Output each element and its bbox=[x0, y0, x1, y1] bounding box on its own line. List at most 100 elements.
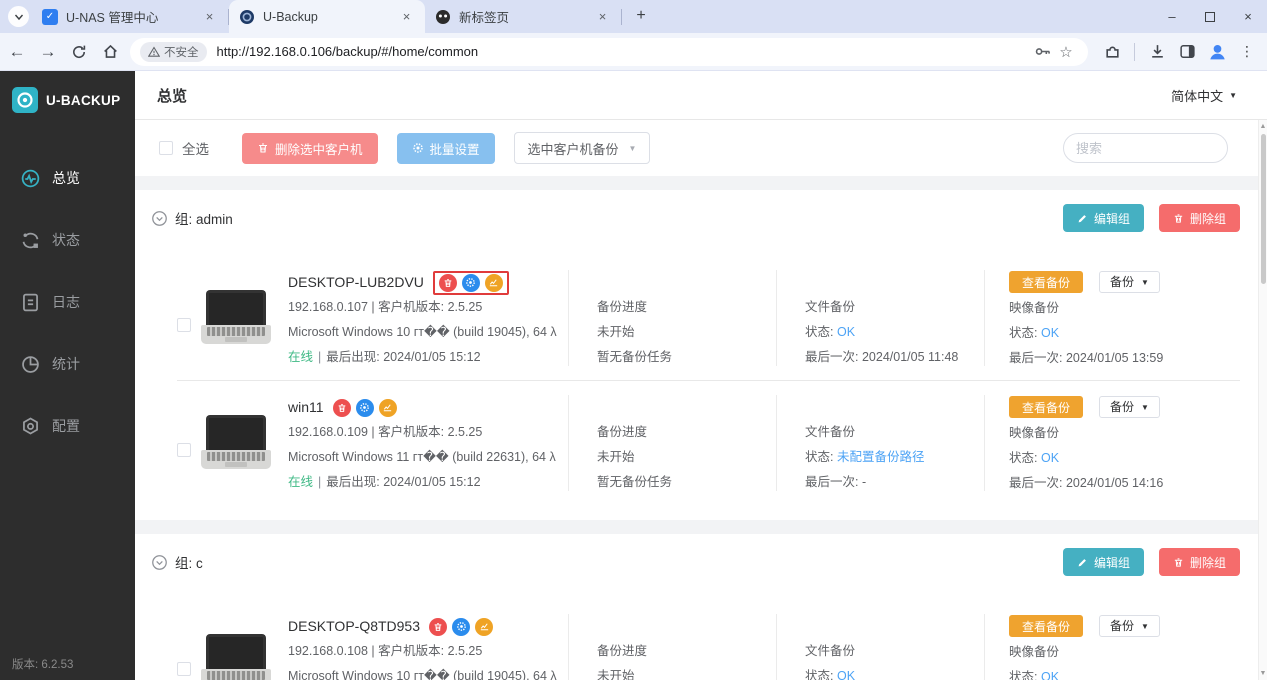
edit-group-button[interactable]: 编辑组 bbox=[1063, 204, 1144, 232]
tab-close-icon[interactable]: × bbox=[201, 8, 218, 25]
app-version: 版本: 6.2.53 bbox=[12, 656, 73, 672]
browser-menu-icon[interactable]: ⋮ bbox=[1235, 40, 1259, 64]
group-collapse-icon[interactable] bbox=[151, 554, 168, 571]
screen: ✓ U-NAS 管理中心 × U-Backup × 新标签页 × + bbox=[0, 0, 1267, 680]
warning-icon bbox=[148, 46, 160, 58]
tab-search-button[interactable] bbox=[8, 6, 29, 27]
gear-icon bbox=[412, 142, 424, 154]
password-key-icon[interactable] bbox=[1030, 40, 1054, 64]
sidebar-item-overview[interactable]: 总览 bbox=[0, 147, 135, 209]
chevron-down-icon: ▼ bbox=[1229, 91, 1237, 100]
tab-unas[interactable]: ✓ U-NAS 管理中心 × bbox=[32, 0, 228, 33]
window-minimize-button[interactable]: – bbox=[1153, 0, 1191, 33]
file-backup-last: 2024/01/05 11:48 bbox=[862, 350, 958, 364]
delete-client-icon[interactable] bbox=[333, 399, 351, 417]
scroll-down-icon[interactable]: ▼ bbox=[1259, 670, 1267, 677]
side-panel-icon[interactable] bbox=[1175, 40, 1199, 64]
app-logo: U-BACKUP bbox=[0, 71, 135, 113]
image-backup-last: 2024/01/05 14:16 bbox=[1066, 476, 1163, 490]
app-sidebar: U-BACKUP 总览 状态 日志 统计 配置 版本 bbox=[0, 71, 135, 680]
sidebar-item-label: 状态 bbox=[52, 230, 80, 250]
group-name: 组: c bbox=[175, 552, 203, 572]
client-checkbox[interactable] bbox=[177, 662, 191, 676]
search-input[interactable] bbox=[1063, 133, 1228, 163]
backup-dropdown[interactable]: 备份▼ bbox=[1099, 396, 1160, 418]
profile-avatar[interactable] bbox=[1205, 40, 1229, 64]
sidebar-item-statistics[interactable]: 统计 bbox=[0, 333, 135, 395]
client-info: win11 192.168.0.109 | 客户机版本: 2.5.25 Micr… bbox=[288, 395, 568, 495]
view-backup-button[interactable]: 查看备份 bbox=[1009, 396, 1083, 418]
forward-button[interactable]: → bbox=[34, 38, 62, 66]
ubackup-favicon-icon bbox=[239, 9, 255, 25]
language-selector[interactable]: 简体中文 ▼ bbox=[1171, 86, 1237, 105]
window-maximize-button[interactable] bbox=[1191, 0, 1229, 33]
new-tab-button[interactable]: + bbox=[628, 3, 654, 29]
sidebar-item-config[interactable]: 配置 bbox=[0, 395, 135, 457]
trash-icon bbox=[1173, 213, 1184, 224]
backup-dropdown[interactable]: 备份▼ bbox=[1099, 615, 1160, 637]
client-checkbox[interactable] bbox=[177, 443, 191, 457]
tab-title: 新标签页 bbox=[459, 7, 594, 26]
edit-group-button[interactable]: 编辑组 bbox=[1063, 548, 1144, 576]
sidebar-item-label: 日志 bbox=[52, 292, 80, 312]
column-title: 映像备份 bbox=[1009, 640, 1240, 665]
window-close-button[interactable]: × bbox=[1229, 0, 1267, 33]
client-stats-icon[interactable] bbox=[475, 618, 493, 636]
bookmark-star-icon[interactable]: ☆ bbox=[1054, 40, 1078, 64]
selected-backup-dropdown[interactable]: 选中客户机备份 ▼ bbox=[514, 132, 651, 164]
backup-progress-column: 备份进度 未开始 暂无备份任务 bbox=[568, 270, 776, 366]
delete-group-button[interactable]: 删除组 bbox=[1159, 204, 1240, 232]
last-seen: 最后出现: 2024/01/05 15:12 bbox=[326, 350, 480, 364]
group-header: 组: admin 编辑组 删除组 bbox=[151, 204, 1240, 232]
toolbar-divider bbox=[1134, 43, 1135, 61]
view-backup-button[interactable]: 查看备份 bbox=[1009, 615, 1083, 637]
client-name: DESKTOP-Q8TD953 bbox=[288, 614, 420, 639]
tab-close-icon[interactable]: × bbox=[594, 8, 611, 25]
image-backup-status: OK bbox=[1041, 451, 1059, 465]
browser-tabstrip: ✓ U-NAS 管理中心 × U-Backup × 新标签页 × + bbox=[0, 0, 1267, 33]
content-scrollbar[interactable]: ▲ ▼ bbox=[1258, 120, 1267, 680]
home-button[interactable] bbox=[96, 38, 124, 66]
trash-icon bbox=[1173, 557, 1184, 568]
sidebar-item-logs[interactable]: 日志 bbox=[0, 271, 135, 333]
batch-settings-button[interactable]: 批量设置 bbox=[397, 133, 495, 164]
tab-separator bbox=[621, 9, 622, 25]
column-title: 文件备份 bbox=[805, 420, 984, 445]
client-status-line: 在线|最后出现: 2024/01/05 15:12 bbox=[288, 345, 568, 370]
logo-text: U-BACKUP bbox=[46, 93, 120, 108]
group-collapse-icon[interactable] bbox=[151, 210, 168, 227]
image-backup-last: 2024/01/05 13:59 bbox=[1066, 351, 1163, 365]
reload-button[interactable] bbox=[65, 38, 93, 66]
delete-group-button[interactable]: 删除组 bbox=[1159, 548, 1240, 576]
client-settings-icon[interactable] bbox=[462, 274, 480, 292]
overview-icon bbox=[20, 168, 41, 189]
browser-toolbar: ← → 不安全 http://192.168.0.106/backup/#/ho… bbox=[0, 33, 1267, 71]
section-gap bbox=[135, 520, 1258, 534]
extensions-icon[interactable] bbox=[1100, 40, 1124, 64]
column-title: 文件备份 bbox=[805, 295, 984, 320]
tab-close-icon[interactable]: × bbox=[398, 8, 415, 25]
client-info: DESKTOP-Q8TD953 192.168.0.108 | 客户机版本: 2… bbox=[288, 614, 568, 680]
view-backup-button[interactable]: 查看备份 bbox=[1009, 271, 1083, 293]
address-bar[interactable]: 不安全 http://192.168.0.106/backup/#/home/c… bbox=[130, 38, 1088, 66]
select-all-checkbox[interactable] bbox=[159, 141, 173, 155]
client-checkbox[interactable] bbox=[177, 318, 191, 332]
back-button[interactable]: ← bbox=[3, 38, 31, 66]
delete-client-icon[interactable] bbox=[429, 618, 447, 636]
tab-ubackup[interactable]: U-Backup × bbox=[229, 0, 425, 33]
scrollbar-thumb[interactable] bbox=[1261, 134, 1266, 284]
scroll-up-icon[interactable]: ▲ bbox=[1259, 123, 1267, 130]
delete-client-icon[interactable] bbox=[439, 274, 457, 292]
backup-dropdown[interactable]: 备份▼ bbox=[1099, 271, 1160, 293]
sidebar-item-status[interactable]: 状态 bbox=[0, 209, 135, 271]
security-chip[interactable]: 不安全 bbox=[140, 42, 207, 62]
tab-newtab[interactable]: 新标签页 × bbox=[425, 0, 621, 33]
group-name: 组: admin bbox=[175, 208, 233, 228]
downloads-icon[interactable] bbox=[1145, 40, 1169, 64]
client-settings-icon[interactable] bbox=[356, 399, 374, 417]
client-settings-icon[interactable] bbox=[452, 618, 470, 636]
client-stats-icon[interactable] bbox=[485, 274, 503, 292]
trash-icon bbox=[257, 142, 269, 154]
delete-selected-button[interactable]: 删除选中客户机 bbox=[242, 133, 378, 164]
client-stats-icon[interactable] bbox=[379, 399, 397, 417]
